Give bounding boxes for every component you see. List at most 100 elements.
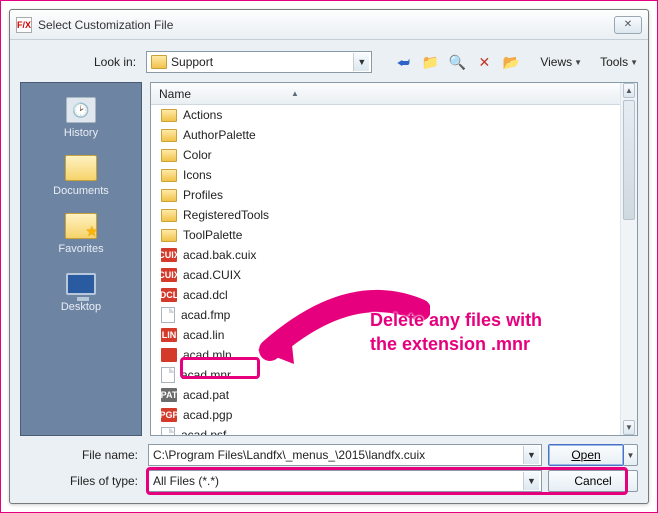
sidebar-item-favorites[interactable]: Favorites	[21, 207, 141, 259]
lin-file-icon: LIN	[161, 328, 177, 342]
column-header-label: Name	[159, 87, 191, 101]
tools-menu[interactable]: Tools▼	[600, 55, 638, 69]
file-list[interactable]: Actions AuthorPalette Color Icons Profiles Re…	[151, 105, 637, 435]
look-in-value: Support	[171, 55, 353, 69]
sidebar-item-desktop[interactable]: Desktop	[21, 265, 141, 317]
cuix-file-icon: CUIX	[161, 268, 177, 282]
file-name: acad.pgp	[183, 408, 232, 422]
chevron-down-icon: ▼	[353, 53, 369, 71]
file-name: acad.bak.cuix	[183, 248, 256, 262]
list-item[interactable]: CUIX acad.CUIX	[151, 265, 637, 285]
file-name: RegisteredTools	[183, 208, 269, 222]
filetype-dropdown[interactable]: All Files (*.*) ▼	[148, 470, 542, 492]
file-name: AuthorPalette	[183, 128, 256, 142]
close-button[interactable]: ✕	[614, 16, 642, 34]
file-name: acad.pat	[183, 388, 229, 402]
dcl-file-icon: DCL	[161, 288, 177, 302]
filename-input[interactable]: C:\Program Files\Landfx\_menus_\2015\lan…	[148, 444, 542, 466]
look-in-dropdown[interactable]: Support ▼	[146, 51, 372, 73]
file-name: acad.dcl	[183, 288, 228, 302]
scroll-up-icon[interactable]: ▲	[623, 83, 635, 98]
document-icon	[161, 307, 175, 323]
window-title: Select Customization File	[38, 18, 614, 32]
list-item[interactable]: acad.fmp	[151, 305, 637, 325]
new-folder-icon[interactable]: 📂	[500, 51, 522, 73]
document-icon	[161, 427, 175, 435]
list-item[interactable]: CUIX acad.bak.cuix	[151, 245, 637, 265]
scroll-down-icon[interactable]: ▼	[623, 420, 635, 435]
file-name: acad.CUIX	[183, 268, 241, 282]
list-item[interactable]: DCL acad.dcl	[151, 285, 637, 305]
list-item[interactable]: ToolPalette	[151, 225, 637, 245]
filetype-value: All Files (*.*)	[153, 474, 523, 488]
folder-icon	[161, 209, 177, 222]
list-item[interactable]: RegisteredTools	[151, 205, 637, 225]
pgp-file-icon: PGP	[161, 408, 177, 422]
file-name: acad.mln	[183, 348, 232, 362]
scroll-thumb[interactable]	[623, 100, 635, 220]
file-name: ToolPalette	[183, 228, 242, 242]
sidebar-item-label: History	[64, 127, 98, 139]
list-item[interactable]: PAT acad.pat	[151, 385, 637, 405]
folder-icon	[161, 229, 177, 242]
file-list-pane: Name ▲ Actions AuthorPalette Color Icons Pro…	[150, 82, 638, 436]
app-icon: F/X	[16, 17, 32, 33]
sidebar-item-label: Documents	[53, 185, 109, 197]
folder-icon	[161, 149, 177, 162]
cuix-file-icon: CUIX	[161, 248, 177, 262]
cancel-button[interactable]: Cancel	[548, 470, 638, 492]
chevron-down-icon: ▼	[523, 446, 539, 464]
list-item[interactable]: Actions	[151, 105, 637, 125]
tools-label: Tools	[600, 55, 628, 69]
list-item[interactable]: Icons	[151, 165, 637, 185]
delete-icon[interactable]: ✕	[473, 51, 495, 73]
file-name: acad.mnr	[181, 368, 231, 382]
chevron-down-icon: ▼	[574, 58, 582, 67]
places-sidebar: 🕑 History Documents Favorites Desktop	[20, 82, 142, 436]
file-name: acad.psf	[181, 428, 226, 435]
history-icon: 🕑	[66, 97, 96, 123]
open-dropdown[interactable]: ▼	[624, 444, 638, 466]
up-one-level-icon[interactable]: 📁	[419, 51, 441, 73]
file-name: Color	[183, 148, 212, 162]
sidebar-item-documents[interactable]: Documents	[21, 149, 141, 201]
chevron-down-icon: ▼	[630, 58, 638, 67]
file-name: acad.fmp	[181, 308, 230, 322]
list-item[interactable]: Profiles	[151, 185, 637, 205]
search-icon[interactable]: 🔍	[446, 51, 468, 73]
document-icon	[161, 367, 175, 383]
file-name: Icons	[183, 168, 212, 182]
chevron-down-icon: ▼	[523, 472, 539, 490]
sidebar-item-history[interactable]: 🕑 History	[21, 91, 141, 143]
favorites-icon	[65, 213, 97, 239]
open-button[interactable]: Open	[548, 444, 624, 466]
folder-icon	[151, 55, 167, 69]
list-item[interactable]: acad.mln	[151, 345, 637, 365]
file-name: acad.lin	[183, 328, 224, 342]
folder-icon	[161, 109, 177, 122]
list-item[interactable]: AuthorPalette	[151, 125, 637, 145]
folder-icon	[161, 129, 177, 142]
folder-icon	[161, 169, 177, 182]
views-label: Views	[540, 55, 572, 69]
look-in-label: Look in:	[20, 55, 140, 69]
folder-icon	[161, 189, 177, 202]
pat-file-icon: PAT	[161, 388, 177, 402]
folder-icon	[65, 155, 97, 181]
list-item[interactable]: PGP acad.pgp	[151, 405, 637, 425]
column-header-name[interactable]: Name ▲	[151, 83, 637, 105]
list-item[interactable]: LIN acad.lin	[151, 325, 637, 345]
file-name: Profiles	[183, 188, 223, 202]
sidebar-item-label: Desktop	[61, 301, 101, 313]
scrollbar[interactable]: ▲ ▼	[620, 83, 637, 435]
mln-file-icon	[161, 348, 177, 362]
filetype-label: Files of type:	[20, 474, 142, 488]
sort-asc-icon: ▲	[291, 89, 299, 98]
filename-label: File name:	[20, 448, 142, 462]
list-item[interactable]: acad.psf	[151, 425, 637, 435]
list-item[interactable]: Color	[151, 145, 637, 165]
views-menu[interactable]: Views▼	[540, 55, 582, 69]
list-item[interactable]: acad.mnr	[151, 365, 637, 385]
sidebar-item-label: Favorites	[58, 243, 103, 255]
back-icon[interactable]: ⮨	[392, 51, 414, 73]
